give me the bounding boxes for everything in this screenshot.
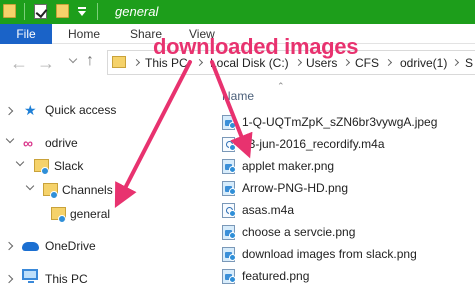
sync-badge-icon	[41, 167, 49, 175]
star-icon: ★	[24, 102, 37, 118]
breadcrumb-chevron-icon[interactable]	[195, 58, 204, 67]
sync-badge-icon	[229, 254, 236, 261]
breadcrumb-chevron-icon[interactable]	[294, 58, 303, 67]
folder-icon	[112, 56, 126, 68]
breadcrumb-local-disk[interactable]: Local Disk (C:)	[210, 56, 289, 70]
file-name: 1-Q-UQTmZpK_sZN6br3vywgA.jpeg	[242, 115, 438, 129]
title-bar: general	[0, 0, 475, 24]
toolbar-divider	[24, 3, 25, 20]
file-list-pane: ⌃ Name 1-Q-UQTmZpK_sZN6br3vywgA.jpeg 23-…	[207, 79, 475, 286]
nav-item-onedrive[interactable]: OneDrive	[45, 236, 96, 256]
file-name: featured.png	[242, 269, 310, 283]
tab-share[interactable]: Share	[130, 24, 162, 44]
column-header-name[interactable]: Name	[222, 89, 254, 103]
sync-badge-icon	[229, 276, 236, 283]
expand-chevron-icon[interactable]	[4, 274, 14, 284]
sync-badge-icon	[50, 191, 58, 199]
breadcrumb-this-pc[interactable]: This PC	[145, 56, 188, 70]
tab-home[interactable]: Home	[68, 24, 100, 44]
navigation-bar: ← → ↑ This PC Local Disk (C:) Users CFS …	[0, 45, 475, 79]
breadcrumb-chevron-icon[interactable]	[384, 58, 393, 67]
nav-item-general[interactable]: general	[70, 204, 110, 224]
up-arrow-icon[interactable]: ↑	[86, 52, 94, 70]
file-name: 23-jun-2016_recordify.m4a	[242, 137, 385, 151]
tab-view[interactable]: View	[189, 24, 215, 44]
odrive-icon: ∞	[23, 135, 33, 151]
breadcrumb-s[interactable]: S	[465, 56, 473, 70]
breadcrumb-odrive[interactable]: odrive(1)	[400, 56, 447, 70]
breadcrumb-chevron-icon[interactable]	[132, 58, 141, 67]
collapse-chevron-icon[interactable]	[25, 181, 35, 191]
new-folder-icon[interactable]	[56, 4, 69, 18]
sync-badge-icon	[229, 166, 236, 173]
window-title: general	[115, 4, 159, 19]
sync-badge-icon	[229, 188, 236, 195]
nav-item-this-pc[interactable]: This PC	[45, 269, 88, 286]
sync-badge-icon	[58, 215, 66, 223]
sync-badge-icon	[229, 232, 236, 239]
nav-item-channels[interactable]: Channels	[62, 180, 113, 200]
expand-chevron-icon[interactable]	[4, 106, 14, 116]
navigation-pane: ★ Quick access ∞ odrive Slack Channels g…	[0, 79, 207, 286]
back-arrow-icon[interactable]: ←	[10, 54, 28, 72]
collapse-chevron-icon[interactable]	[5, 134, 15, 144]
nav-item-odrive[interactable]: odrive	[45, 133, 78, 153]
address-bar[interactable]: This PC Local Disk (C:) Users CFS odrive…	[107, 50, 475, 75]
file-name: download images from slack.png	[242, 247, 417, 261]
properties-icon[interactable]	[34, 4, 47, 19]
collapse-chevron-icon[interactable]	[15, 157, 25, 167]
nav-item-quick-access[interactable]: Quick access	[45, 100, 116, 120]
sync-badge-icon	[229, 144, 236, 151]
recent-locations-chevron-icon[interactable]	[68, 54, 78, 64]
sync-badge-icon	[229, 210, 236, 217]
nav-item-slack[interactable]: Slack	[54, 156, 83, 176]
sort-caret-icon: ⌃	[277, 81, 285, 91]
cloud-icon	[22, 242, 39, 251]
file-name: choose a servcie.png	[242, 225, 356, 239]
toolbar-divider	[97, 3, 98, 20]
file-name: applet maker.png	[242, 159, 335, 173]
folder-icon	[3, 4, 16, 18]
file-name: Arrow-PNG-HD.png	[242, 181, 349, 195]
breadcrumb-chevron-icon[interactable]	[342, 58, 351, 67]
sync-badge-icon	[229, 122, 236, 129]
tab-file[interactable]: File	[0, 24, 52, 44]
customize-toolbar-icon[interactable]	[77, 5, 87, 19]
ribbon-tabs: File Home Share View	[0, 24, 475, 44]
forward-arrow-icon[interactable]: →	[37, 54, 55, 72]
expand-chevron-icon[interactable]	[4, 241, 14, 251]
breadcrumb-cfs[interactable]: CFS	[355, 56, 379, 70]
breadcrumb-chevron-icon[interactable]	[451, 58, 460, 67]
breadcrumb-users[interactable]: Users	[306, 56, 337, 70]
pc-icon	[22, 269, 38, 283]
file-name: asas.m4a	[242, 203, 295, 217]
